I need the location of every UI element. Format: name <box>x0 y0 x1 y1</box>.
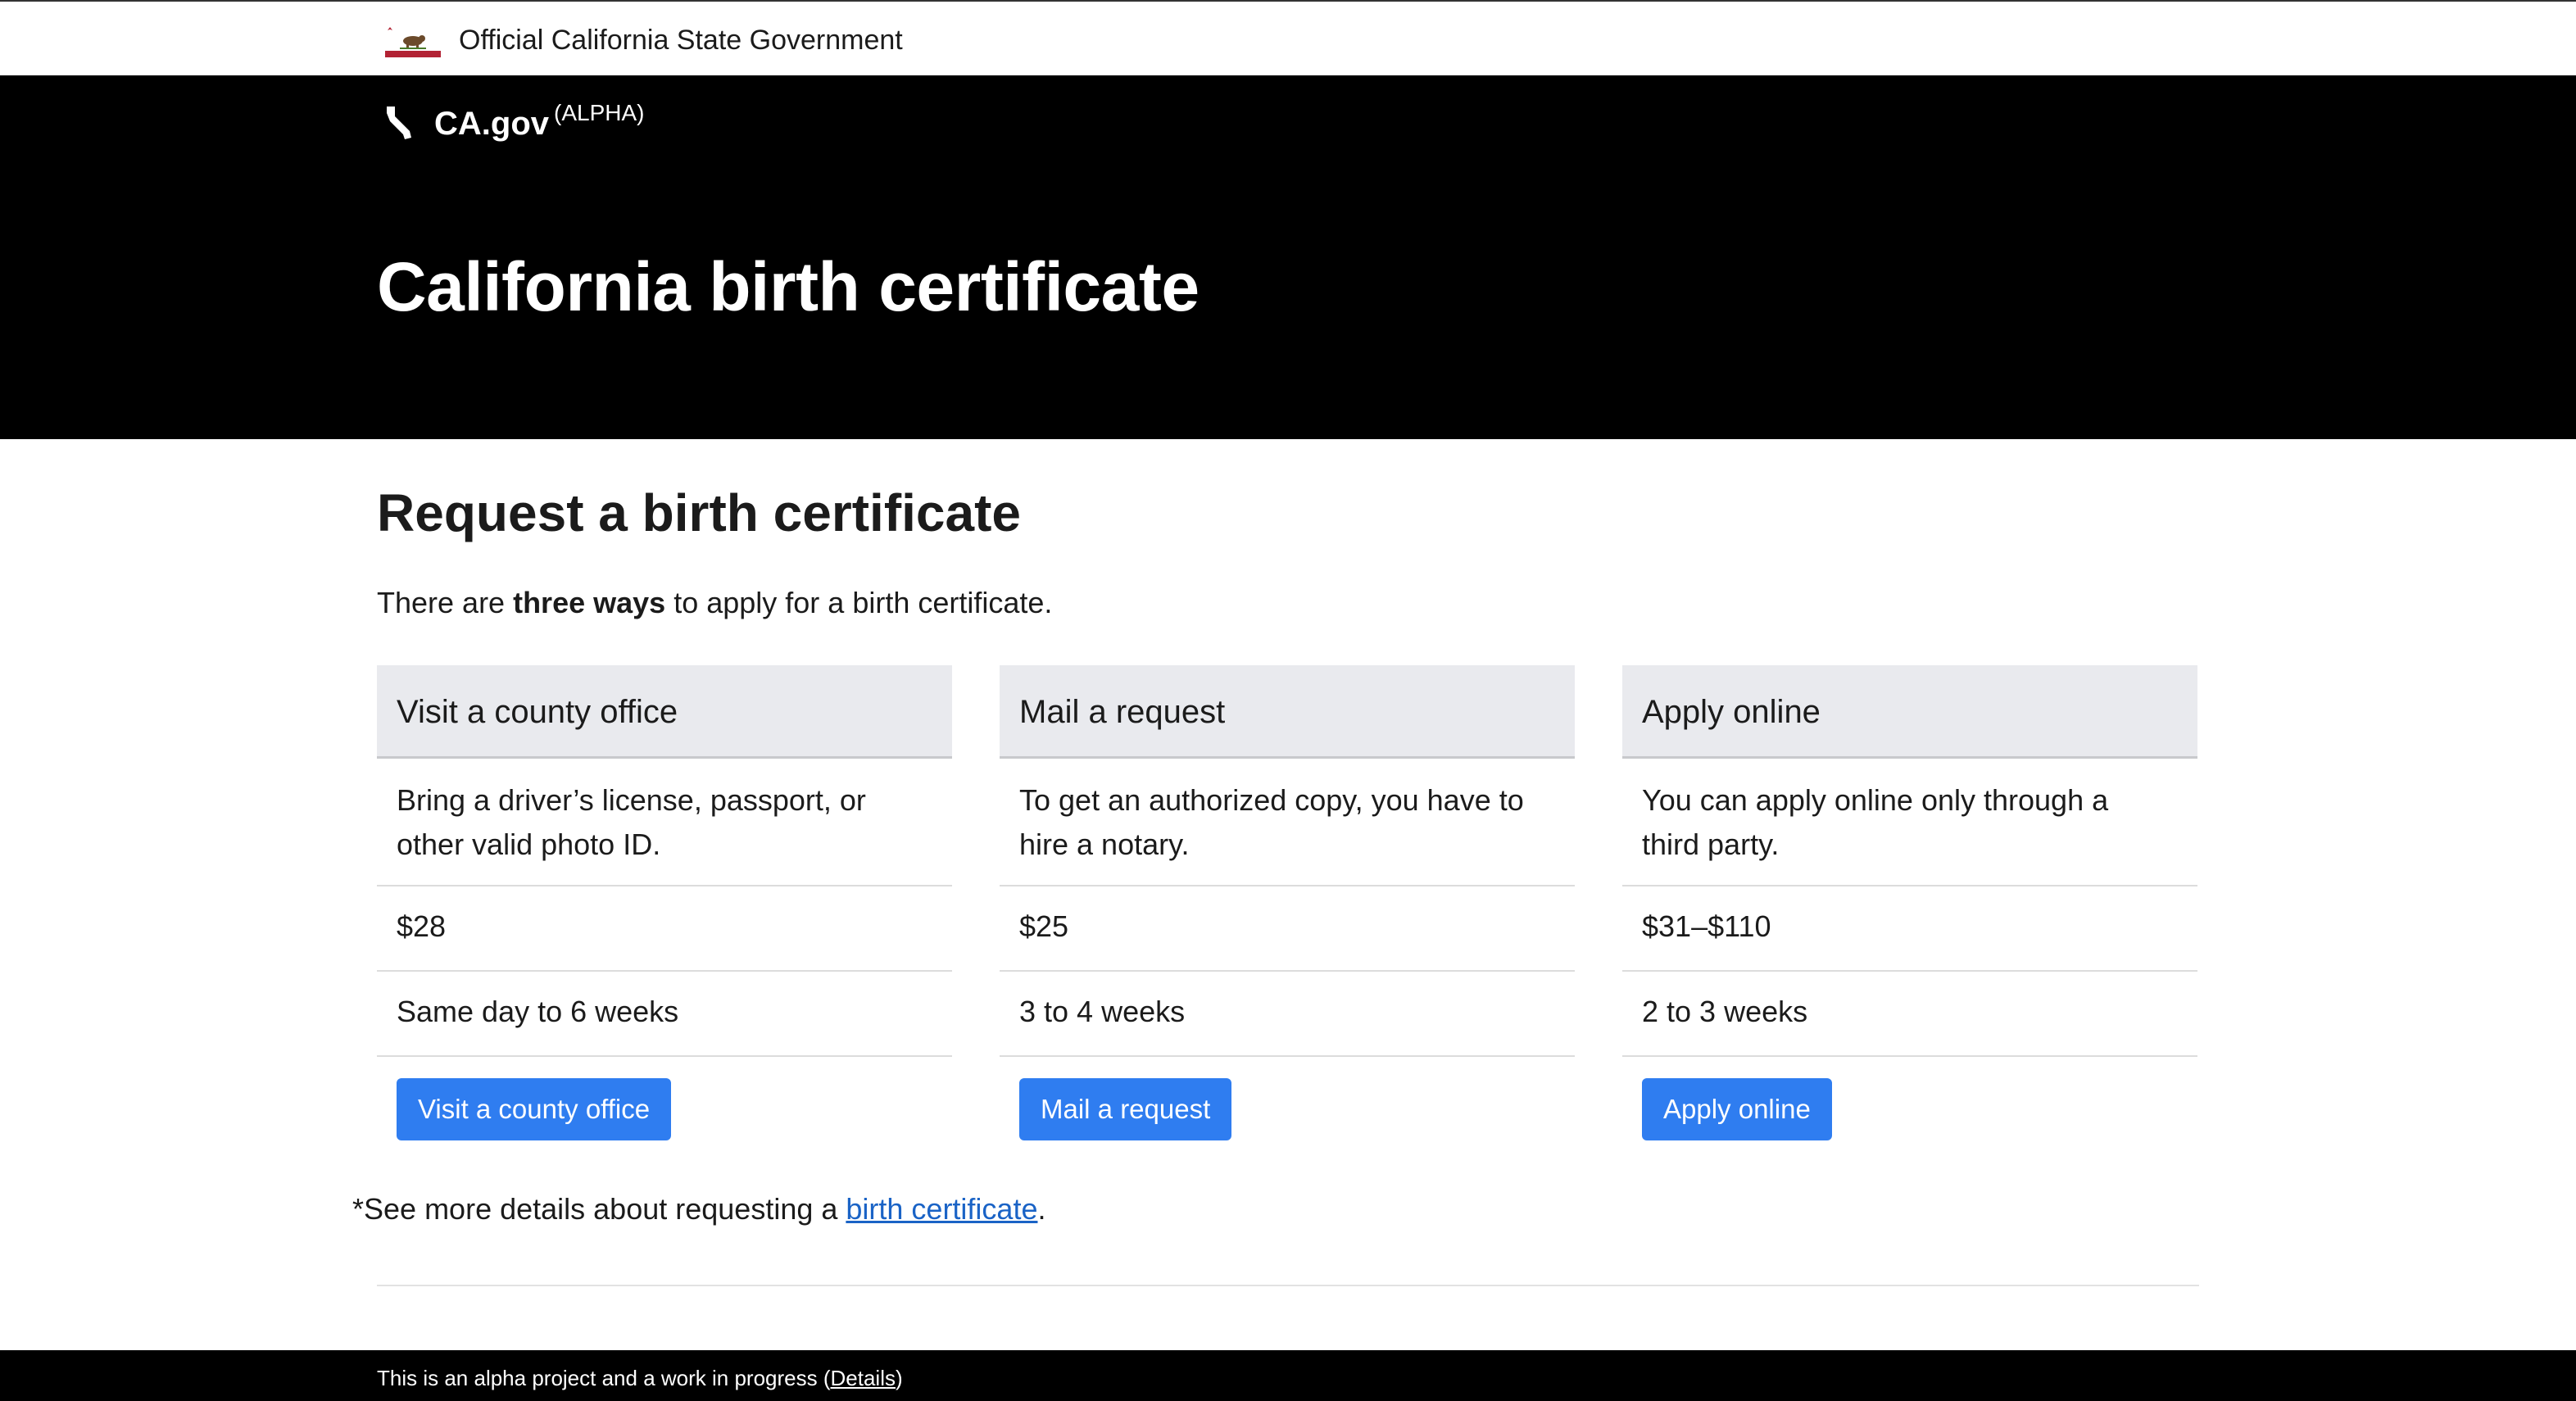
note-prefix: *See more details about requesting a <box>352 1192 846 1226</box>
site-header: CA.gov (ALPHA) California birth certific… <box>0 75 2576 439</box>
site-logo[interactable]: CA.gov <box>434 102 549 146</box>
visit-county-office-button[interactable]: Visit a county office <box>397 1078 672 1140</box>
option-card-mail-request: Mail a request To get an authorized copy… <box>1000 665 1575 1154</box>
note-suffix: . <box>1037 1192 1046 1226</box>
section-heading: Request a birth certificate <box>377 483 1021 542</box>
card-description: Bring a driver’s license, passport, or o… <box>397 783 866 861</box>
official-government-banner: Official California State Government <box>0 2 2576 75</box>
card-divider <box>1622 970 2197 972</box>
card-title: Visit a county office <box>397 694 678 730</box>
application-options: Visit a county office Bring a driver’s l… <box>377 665 2199 1154</box>
page-title: California birth certificate <box>377 248 1200 325</box>
card-divider <box>377 970 952 972</box>
alpha-notice-suffix: ) <box>895 1366 903 1390</box>
card-price: $25 <box>1019 909 1069 943</box>
card-title: Mail a request <box>1019 694 1226 730</box>
alpha-notice: This is an alpha project and a work in p… <box>377 1362 903 1394</box>
intro-suffix: to apply for a birth certificate. <box>665 586 1053 619</box>
card-divider <box>1000 1055 1575 1057</box>
details-link[interactable]: Details <box>831 1366 896 1390</box>
card-divider <box>377 885 952 886</box>
card-divider <box>1000 885 1575 886</box>
card-processing-time: 2 to 3 weeks <box>1642 995 1808 1028</box>
card-processing-time: Same day to 6 weeks <box>397 995 679 1028</box>
option-card-county-office: Visit a county office Bring a driver’s l… <box>377 665 952 1154</box>
card-description: To get an authorized copy, you have to h… <box>1019 783 1524 861</box>
card-divider <box>1622 1055 2197 1057</box>
apply-online-button[interactable]: Apply online <box>1642 1078 1832 1140</box>
official-government-text: Official California State Government <box>459 25 903 56</box>
card-divider <box>1000 970 1575 972</box>
intro-prefix: There are <box>377 586 514 619</box>
card-description: You can apply online only through a thir… <box>1642 783 2109 861</box>
california-state-icon[interactable] <box>383 105 415 141</box>
mail-request-button[interactable]: Mail a request <box>1019 1078 1232 1140</box>
card-price: $28 <box>397 909 447 943</box>
intro-emphasis: three ways <box>513 586 666 619</box>
card-divider <box>1622 885 2197 886</box>
birth-certificate-link[interactable]: birth certificate <box>846 1192 1037 1226</box>
content-divider <box>377 1285 2199 1286</box>
intro-text: There are three ways to apply for a birt… <box>377 580 1052 626</box>
card-header: Apply online <box>1622 665 2197 759</box>
site-footer: This is an alpha project and a work in p… <box>0 1350 2576 1401</box>
alpha-notice-prefix: This is an alpha project and a work in p… <box>377 1366 831 1390</box>
details-note: *See more details about requesting a bir… <box>352 1185 1046 1234</box>
alpha-badge: (ALPHA) <box>554 100 645 125</box>
card-divider <box>377 1055 952 1057</box>
california-flag-icon <box>385 23 441 57</box>
option-card-apply-online: Apply online You can apply online only t… <box>1622 665 2197 1154</box>
card-header: Visit a county office <box>377 665 952 759</box>
card-processing-time: 3 to 4 weeks <box>1019 995 1186 1028</box>
card-price: $31–$110 <box>1642 909 1771 943</box>
card-title: Apply online <box>1642 694 1821 730</box>
card-header: Mail a request <box>1000 665 1575 759</box>
